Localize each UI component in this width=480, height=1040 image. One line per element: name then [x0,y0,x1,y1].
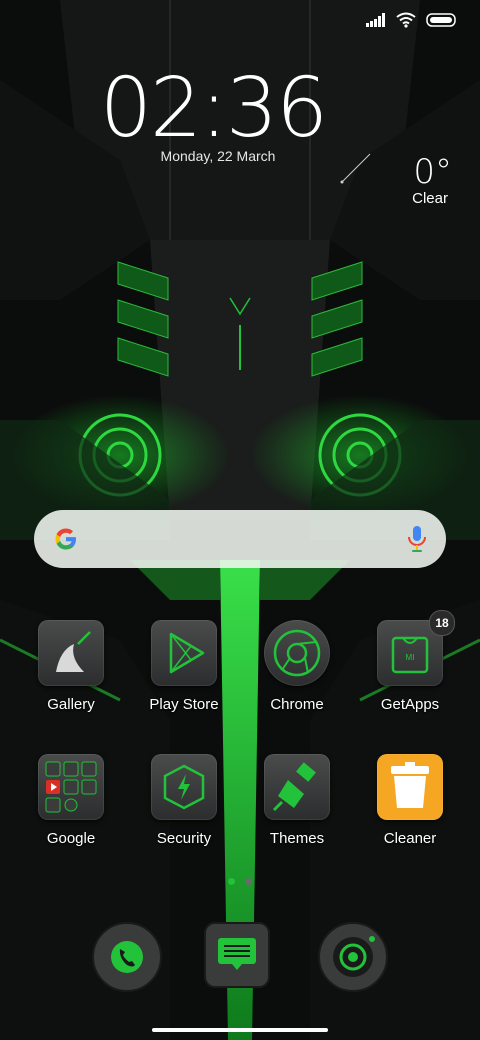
app-label: Cleaner [383,830,437,847]
notification-badge: 18 [429,610,455,636]
wifi-icon [396,12,416,28]
google-g-icon [55,528,76,550]
app-label: GetApps [380,696,440,713]
status-bar [366,8,458,32]
app-security[interactable]: Security [134,754,234,847]
google-search-bar[interactable] [34,510,446,568]
google-folder-icon [38,754,104,820]
battery-icon [426,13,456,27]
lock-clock[interactable]: 02:36 [0,66,426,152]
app-label: Themes [269,830,325,847]
folder-google[interactable]: Google [21,754,121,847]
mic-icon[interactable] [406,524,428,554]
dock-messages[interactable] [204,922,270,993]
themes-icon [264,754,330,820]
weather-condition[interactable]: Clear [412,190,448,207]
weather-decoration [340,153,371,184]
app-label: Security [156,830,212,847]
app-label: Play Store [149,696,219,713]
getapps-icon: MI 18 [377,610,455,686]
gallery-icon [38,620,104,686]
dock-camera[interactable] [318,922,388,997]
camera-icon [318,922,388,992]
app-chrome[interactable]: Chrome [247,620,347,713]
dock-phone[interactable] [92,922,162,997]
svg-text:MI: MI [406,653,415,662]
phone-icon [92,922,162,992]
chrome-icon [264,620,330,686]
app-label: Gallery [47,696,95,713]
messages-icon [204,922,270,988]
app-getapps[interactable]: MI 18 GetApps [360,610,460,713]
app-themes[interactable]: Themes [247,754,347,847]
app-label: Google [46,830,96,847]
home-indicator[interactable] [152,1028,328,1032]
app-cleaner[interactable]: Cleaner [360,754,460,847]
app-play-store[interactable]: Play Store [134,620,234,713]
app-label: Chrome [270,696,324,713]
app-gallery[interactable]: Gallery [21,620,121,713]
page-dot[interactable] [245,878,252,885]
security-icon [151,754,217,820]
play-store-icon [151,620,217,686]
cleaner-icon [377,754,443,820]
page-dot-active[interactable] [228,878,235,885]
page-indicator [0,878,480,885]
weather-temperature[interactable]: 0° [413,152,452,192]
signal-icon [366,13,385,27]
